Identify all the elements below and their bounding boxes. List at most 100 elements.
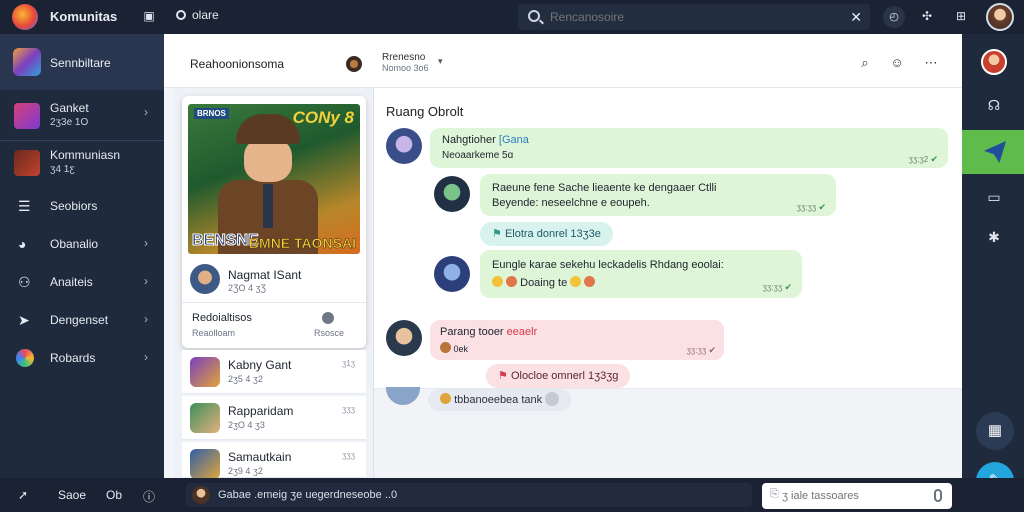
reaction-pill-text: tbbanoeebea tank bbox=[454, 394, 543, 406]
avatar[interactable] bbox=[386, 320, 422, 356]
community-logo bbox=[13, 48, 41, 76]
sidebar-item-services[interactable]: ☰ Seobiors bbox=[0, 187, 164, 225]
message-author: Nahgtioher [Gana bbox=[442, 134, 529, 146]
search-input[interactable] bbox=[550, 7, 840, 27]
sidebar-item-games[interactable]: Ganket 2ʒ3e 1O › bbox=[0, 94, 164, 140]
sidebar-item-settings[interactable]: ➤ Dengenset › bbox=[0, 301, 164, 339]
paper-plane-icon bbox=[984, 141, 1006, 163]
message-time: ʒʒ:ʒʒ ✔ bbox=[687, 345, 716, 356]
game-art[interactable]: BRNOS CONy 8 BENSNE BMNE TAONSAI bbox=[188, 104, 360, 254]
avatar[interactable] bbox=[434, 256, 470, 292]
list-item-name: Rapparidam bbox=[228, 404, 294, 418]
app-logo[interactable] bbox=[12, 4, 38, 30]
reaction-icon bbox=[545, 392, 560, 406]
bottom-link-1[interactable]: Saoe bbox=[58, 488, 86, 502]
avatar[interactable] bbox=[386, 128, 422, 164]
player-name: Nagmat ISant bbox=[228, 268, 302, 282]
avatar[interactable] bbox=[981, 49, 1007, 75]
list-item[interactable]: Samautkain 2ʒ9 4 ʒ2 ʒʒʒ bbox=[182, 442, 366, 479]
header-sub-title[interactable]: Rrenesno bbox=[382, 52, 425, 63]
system-pill[interactable]: ⚑ Elotra donrel 13ʒ3e bbox=[480, 222, 613, 246]
player-row[interactable]: Nagmat ISant 2ƷO 4 ʒƷ bbox=[182, 262, 366, 300]
games-thumb bbox=[14, 103, 40, 129]
avatar[interactable] bbox=[434, 176, 470, 212]
search-icon[interactable]: ⌕ bbox=[858, 56, 872, 70]
bottom-link-2[interactable]: Ob bbox=[106, 488, 122, 502]
main-header: Reahoonionsoma Rrenesno Nomoo 3o6 ▾ ⌕ ☺ … bbox=[164, 34, 962, 88]
message-input[interactable]: ⎘ bbox=[762, 483, 952, 509]
card-footer[interactable]: Redoialtisos Reaolloam Rsosce bbox=[182, 304, 366, 348]
list-icon: ☰ bbox=[18, 198, 31, 214]
featured-game-card[interactable]: BRNOS CONy 8 BENSNE BMNE TAONSAI Nagmat … bbox=[182, 96, 366, 348]
chat-bubble-icon: ◕ bbox=[18, 236, 27, 252]
chevron-down-icon[interactable]: ▾ bbox=[438, 56, 443, 67]
chevron-right-icon: › bbox=[144, 236, 148, 250]
close-icon[interactable]: ✕ bbox=[850, 9, 862, 26]
sidebar-item-channels[interactable]: ◕ Obanalio › bbox=[0, 225, 164, 263]
list-item-name: Samautkain bbox=[228, 450, 292, 464]
chevron-right-icon: › bbox=[144, 312, 148, 326]
sidebar-item-label: Dengenset bbox=[50, 313, 109, 327]
message-bubble[interactable]: Raeune fene Sache lieaente ke dengaaer C… bbox=[480, 174, 836, 216]
list-item-name: Kabny Gant bbox=[228, 358, 292, 372]
emoji-icon bbox=[440, 342, 451, 353]
system-pill[interactable]: ⚑ Olocloe omnerl 1ʒ3ʒg bbox=[486, 364, 631, 388]
grid-icon[interactable]: ▦ bbox=[976, 412, 1014, 450]
activity-composer[interactable]: Gabae .emeig ʒe uegerdneseobe ..0 bbox=[186, 483, 752, 507]
info-icon[interactable]: ⓘ bbox=[143, 488, 155, 505]
app-title: Komunitas bbox=[50, 9, 118, 24]
card-footer-action[interactable]: Rsosce bbox=[314, 328, 344, 338]
chat-footer-area: tbbanoeebea tank bbox=[374, 387, 962, 478]
message-text-value: Doaing te bbox=[520, 277, 568, 289]
more-icon[interactable]: ⋯ bbox=[924, 56, 938, 70]
sidebar-item-community[interactable]: Kommuniasn ʒ4 1ƹ bbox=[0, 141, 164, 187]
main-panel: Reahoonionsoma Rrenesno Nomoo 3o6 ▾ ⌕ ☺ … bbox=[164, 34, 962, 479]
character-face bbox=[244, 138, 292, 182]
history-icon[interactable]: ◴ bbox=[883, 6, 905, 28]
avatar bbox=[192, 486, 210, 504]
grid-icon[interactable]: ▣ bbox=[142, 9, 156, 23]
list-item-meta: 2ʒO 4 ʒ3 bbox=[228, 420, 265, 430]
share-icon[interactable]: ✣ bbox=[920, 9, 934, 23]
emoji-icon bbox=[506, 276, 518, 287]
check-icon: ✔ bbox=[818, 202, 826, 212]
message-author-tag: [Gana bbox=[498, 134, 529, 146]
sidebar-header[interactable]: Sennbiltare bbox=[0, 34, 164, 90]
emoji-icon bbox=[584, 276, 596, 287]
header-avatar[interactable] bbox=[346, 56, 362, 72]
emoji-icon[interactable]: ☺ bbox=[890, 56, 904, 70]
top-bar: Komunitas ▣ olare ✕ ◴ ✣ ⊞ bbox=[0, 0, 1024, 34]
divider bbox=[182, 302, 366, 303]
message-author-tag: eeaelr bbox=[506, 326, 538, 338]
message-bubble[interactable]: Eungle karae sekehu leckadelis Rhdang eo… bbox=[480, 250, 802, 298]
sidebar-item-rewards[interactable]: Robards › bbox=[0, 339, 164, 377]
list-item[interactable]: Rapparidam 2ʒO 4 ʒ3 ʒʒʒ bbox=[182, 396, 366, 440]
message-time-value: ʒʒ:ʒʒ bbox=[686, 346, 707, 355]
user-avatar[interactable] bbox=[986, 3, 1014, 31]
cursor-icon[interactable]: ➚ bbox=[18, 488, 28, 502]
gift-icon[interactable]: ⊞ bbox=[954, 9, 968, 23]
microphone-icon[interactable] bbox=[934, 489, 942, 502]
sidebar-item-analytics[interactable]: ⚇ Anaiteis › bbox=[0, 263, 164, 301]
chat-icon[interactable]: ▭ bbox=[982, 186, 1006, 208]
character-tie bbox=[263, 184, 273, 228]
puzzle-icon[interactable]: ✱ bbox=[982, 226, 1006, 248]
message-field[interactable] bbox=[782, 487, 922, 505]
list-item[interactable]: Kabny Gant 2ʒ5 4 ʒ2 ʒ1ʒ bbox=[182, 350, 366, 394]
headset-icon[interactable]: ☊ bbox=[982, 94, 1006, 116]
settings-icon[interactable] bbox=[322, 312, 334, 324]
message-time-value: ʒʒ:ʒ2 bbox=[908, 155, 929, 164]
top-link[interactable]: olare bbox=[176, 8, 219, 22]
reaction-pill[interactable]: tbbanoeebea tank bbox=[428, 389, 572, 411]
message-author: Parang tooer eeaelr bbox=[440, 326, 537, 338]
message-time-value: ʒʒ:ʒʒ bbox=[762, 283, 783, 292]
search-bar[interactable]: ✕ bbox=[518, 4, 870, 30]
attach-icon[interactable]: ⎘ bbox=[770, 488, 779, 501]
list-item-meta: 2ʒ9 4 ʒ2 bbox=[228, 466, 263, 476]
avatar bbox=[190, 403, 220, 433]
active-send-button[interactable] bbox=[962, 130, 1024, 174]
message-bubble[interactable]: Nahgtioher [Gana Neoaarkeme 5ɑ ʒʒ:ʒ2 ✔ bbox=[430, 128, 948, 168]
message-bubble[interactable]: Parang tooer eeaelr 0ek ʒʒ:ʒʒ ✔ bbox=[430, 320, 724, 360]
message-time-value: ʒʒ:ʒʒ bbox=[796, 203, 817, 212]
avatar bbox=[190, 357, 220, 387]
